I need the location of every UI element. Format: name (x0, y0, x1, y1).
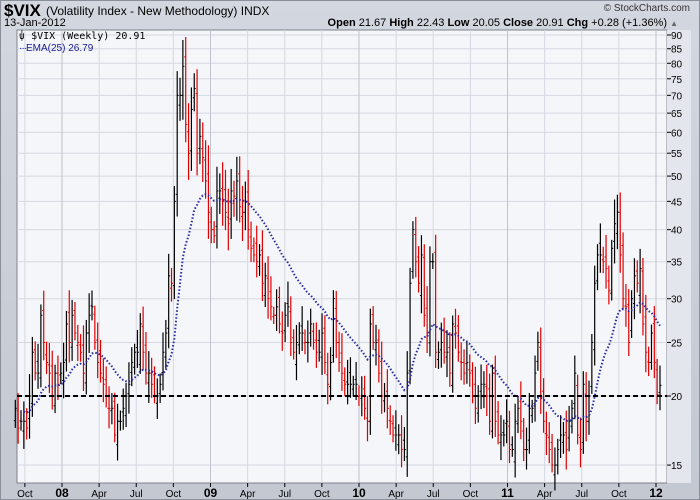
x-tick-label: Jul (278, 489, 291, 500)
x-tick-label: 08 (55, 486, 69, 500)
price-bar (13, 399, 17, 428)
y-tick-label: 85 (671, 45, 683, 56)
x-tick-label: Apr (388, 489, 404, 500)
price-chart: 15 20 25 30 35 40 45 50 55 60 65 70 75 80 85 90 Oct 08 Apr… (13, 29, 691, 500)
x-tick-label: Jul (575, 489, 588, 500)
y-tick-label: 25 (671, 338, 683, 349)
y-tick-label: 80 (671, 59, 683, 70)
x-tick-label: Oct (17, 489, 33, 500)
bar-series-icon: ⍦ (19, 31, 26, 42)
y-tick-label: 50 (671, 172, 683, 183)
y-tick-label: 20 (671, 392, 683, 403)
x-tick-label: Oct (314, 489, 330, 500)
y-tick-label: 75 (671, 75, 683, 86)
dotted-line-icon: ··· (19, 43, 27, 54)
x-tick-label: Apr (91, 489, 107, 500)
y-tick-label: 40 (671, 226, 683, 237)
x-tick-label: Jul (130, 489, 143, 500)
y-tick-label: 55 (671, 149, 683, 160)
y-tick-label: 60 (671, 128, 683, 139)
legend-ema-label: EMA(25) 26.79 (26, 43, 94, 54)
legend-series: ⍦ $VIX (Weekly) 20.91 (19, 31, 145, 42)
x-tick-label: 10 (352, 486, 366, 500)
x-tick-label: Apr (240, 489, 256, 500)
y-tick-label: 35 (671, 258, 683, 269)
y-tick-label: 65 (671, 109, 683, 120)
x-tick-label: Apr (537, 489, 553, 500)
legend-series-label: $VIX (Weekly) 20.91 (31, 31, 146, 42)
x-tick-label: 11 (501, 486, 514, 500)
x-tick-label: Oct (611, 489, 627, 500)
x-tick-label: 09 (204, 486, 218, 500)
x-tick-label: 12 (649, 486, 663, 500)
y-tick-label: 90 (671, 31, 683, 42)
x-tick-label: Oct (463, 489, 479, 500)
legend-ema: ···EMA(25) 26.79 (19, 43, 93, 54)
x-tick-label: Oct (166, 489, 182, 500)
y-tick-label: 15 (671, 461, 683, 472)
y-tick-label: 30 (671, 295, 683, 306)
x-tick-label: Jul (427, 489, 440, 500)
y-tick-label: 45 (671, 197, 683, 208)
y-tick-label: 70 (671, 91, 683, 102)
